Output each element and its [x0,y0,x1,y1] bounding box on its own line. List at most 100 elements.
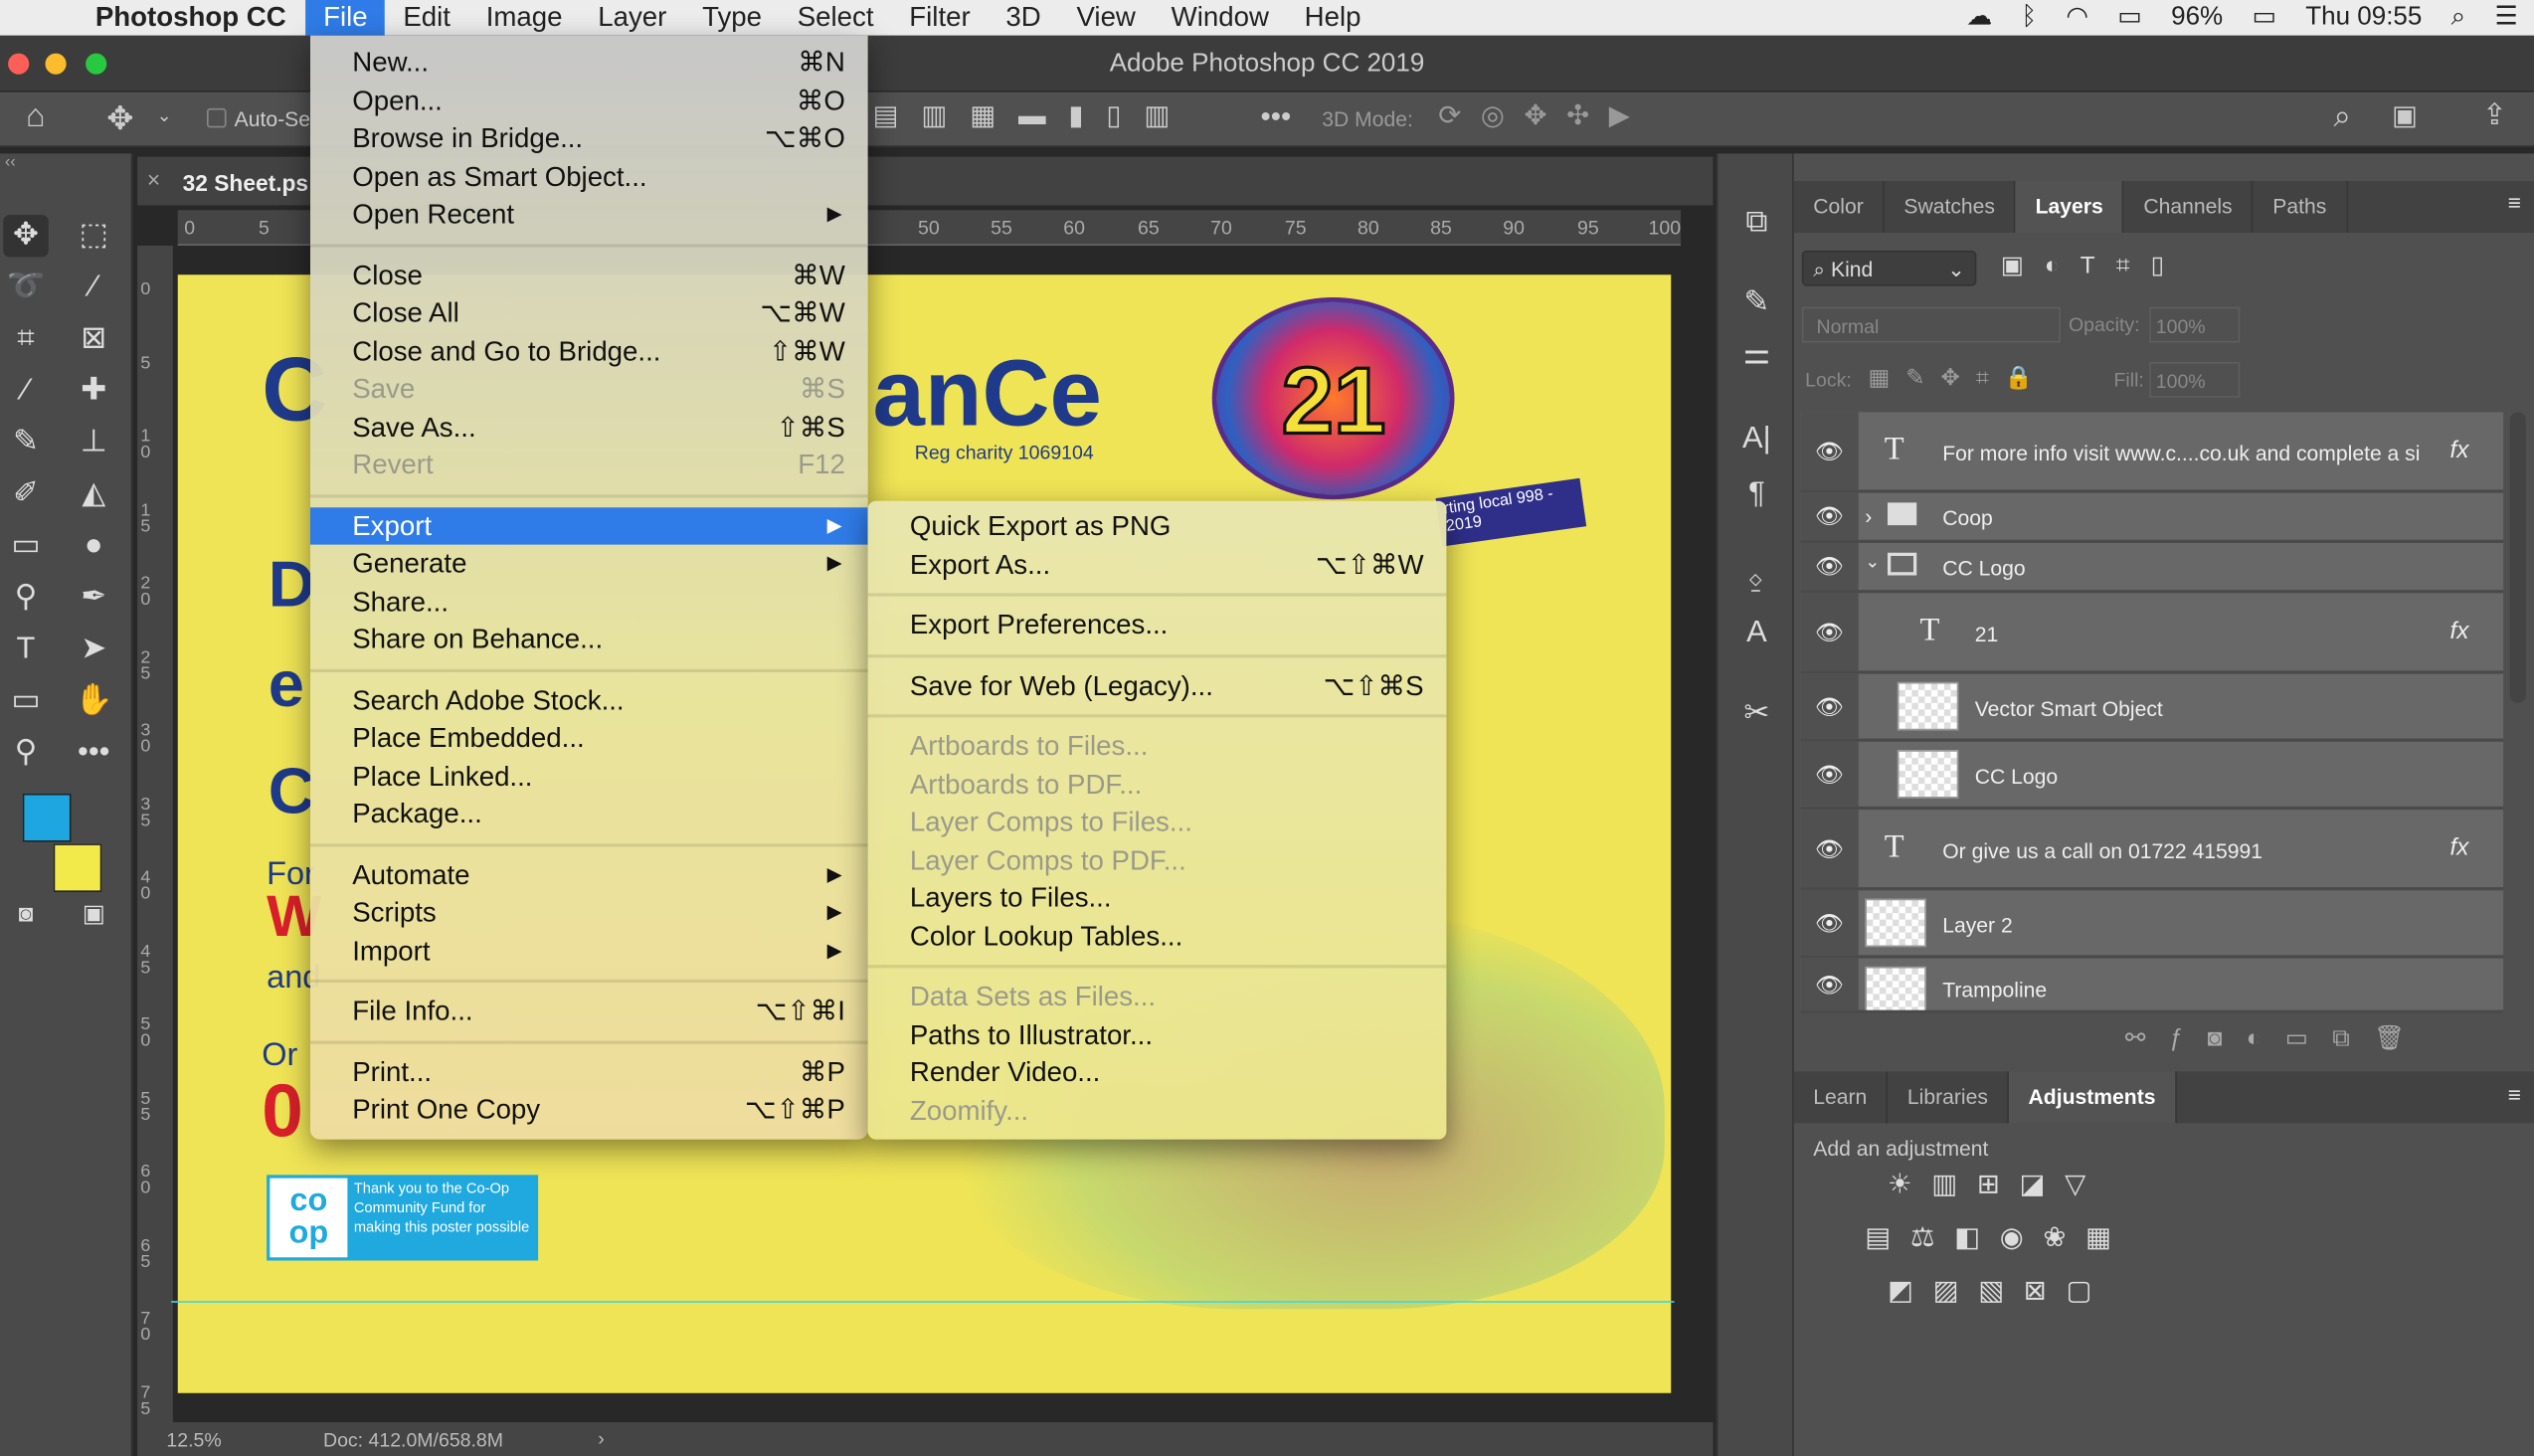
menu-item-paths-to-illustrator[interactable]: Paths to Illustrator... [868,1015,1447,1052]
layer-row[interactable]: 👁 Trampoline [1800,958,2504,1013]
menu-item-data-sets-as-files[interactable]: Data Sets as Files... [868,978,1447,1014]
magic-wand-tool-icon[interactable]: ⁄ [72,267,117,308]
guide-line[interactable] [171,1301,1675,1303]
menu-item-quick-export-as-png[interactable]: Quick Export as PNG [868,507,1447,544]
type-tool-icon[interactable]: T [3,629,49,670]
eye-icon[interactable]: 👁 [1800,958,1859,1010]
layer-row[interactable]: 👁 Vector Smart Object [1800,673,2504,742]
menu-item-new[interactable]: New... ⌘N [310,44,868,81]
menu-window[interactable]: Window [1154,0,1287,36]
background-color-swatch[interactable] [53,843,102,892]
lasso-tool-icon[interactable]: ➰ [3,267,49,308]
menu-item-zoomify[interactable]: Zoomify... [868,1092,1447,1129]
dodge-tool-icon[interactable]: ⚲ [3,577,49,619]
tab-adjustments[interactable]: Adjustments [2009,1071,2177,1124]
tool-presets-icon[interactable]: ✂ [1734,693,1780,735]
healing-brush-tool-icon[interactable]: ✚ [72,370,117,412]
move-tool-preset-icon[interactable]: ✥ [106,98,133,139]
menu-item-browse-in-bridge[interactable]: Browse in Bridge... ⌥⌘O [310,119,868,156]
adjustment-icons-row-3[interactable]: ◩▨▧⊠▢ [1888,1275,2111,1308]
eye-icon[interactable]: 👁 [1800,593,1859,671]
status-menu-arrow-icon[interactable]: › [598,1427,605,1450]
notification-center-icon[interactable]: ☰ [2494,0,2517,36]
collapse-chevron-icon[interactable]: ⌄ [1865,551,1880,573]
move-tool-icon[interactable]: ✥ [3,215,49,258]
menu-item-close-and-go-to-bridge[interactable]: Close and Go to Bridge... ⇧⌘W [310,332,868,369]
menu-item-layer-comps-to-pdf[interactable]: Layer Comps to PDF... [868,841,1447,878]
adjustment-icons-row-1[interactable]: ☀▥⊞◪▽ [1888,1169,2105,1201]
fx-icon[interactable]: fx [2450,437,2469,464]
workspace-icon[interactable]: ▣ [2392,100,2418,133]
layer-row[interactable]: 👁 Layer 2 [1800,890,2504,959]
eye-icon[interactable]: 👁 [1800,673,1859,739]
menu-item-file-info[interactable]: File Info... ⌥⇧⌘I [310,993,868,1029]
path-selection-tool-icon[interactable]: ➤ [72,629,117,670]
creative-cloud-icon[interactable]: ☁ [1966,0,1992,36]
menu-item-layers-to-files[interactable]: Layers to Files... [868,879,1447,916]
collapse-icon[interactable]: ‹‹ [5,153,16,171]
character-styles-icon[interactable]: ⍚ [1734,558,1780,600]
eye-icon[interactable]: 👁 [1800,412,1859,490]
menu-item-print-one-copy[interactable]: Print One Copy ⌥⇧⌘P [310,1091,868,1128]
blur-tool-icon[interactable]: ● [72,525,117,567]
menu-layer[interactable]: Layer [580,0,684,36]
eye-icon[interactable]: 👁 [1800,810,1859,888]
gradient-tool-icon[interactable]: ▭ [3,525,49,567]
eyedropper-tool-icon[interactable]: ⁄ [3,370,49,412]
home-icon[interactable]: ⌂ [26,98,46,135]
minimize-window-button[interactable] [45,53,67,75]
menu-filter[interactable]: Filter [891,0,988,36]
menu-item-open-recent[interactable]: Open Recent ▶ [310,196,868,233]
blend-mode-select[interactable]: Normal [1801,306,2061,343]
menu-item-artboards-to-files[interactable]: Artboards to Files... [868,727,1447,764]
menu-item-print[interactable]: Print... ⌘P [310,1053,868,1090]
clone-stamp-tool-icon[interactable]: ⊥ [72,422,117,463]
menu-item-render-video[interactable]: Render Video... [868,1054,1447,1091]
brush-tool-icon[interactable]: ✎ [3,422,49,463]
menu-item-revert[interactable]: Revert F12 [310,447,868,483]
tab-swatches[interactable]: Swatches [1885,181,2017,233]
fill-field[interactable]: 100% [2149,362,2241,398]
bluetooth-icon[interactable]: ᛒ [2021,0,2037,36]
brush-settings-icon[interactable]: ✎ [1734,282,1780,324]
frame-tool-icon[interactable]: ⊠ [72,318,117,360]
menu-item-save[interactable]: Save ⌘S [310,370,868,407]
menu-item-import[interactable]: Import ▶ [310,932,868,969]
menu-item-generate[interactable]: Generate ▶ [310,545,868,582]
menu-item-color-lookup-tables[interactable]: Color Lookup Tables... [868,917,1447,954]
chevron-down-icon[interactable]: ⌄ [157,105,172,126]
properties-icon[interactable]: ⚌ [1734,334,1780,376]
menu-3d[interactable]: 3D [989,0,1059,36]
lock-icons[interactable]: ▦✎✥⌗🔒 [1869,364,2050,392]
menu-file[interactable]: File [305,0,386,36]
layer-row[interactable]: 👁 CC Logo [1800,741,2504,811]
menu-item-automate[interactable]: Automate ▶ [310,855,868,892]
expand-chevron-icon[interactable]: › [1865,504,1872,528]
eraser-tool-icon[interactable]: ◭ [72,473,117,515]
tab-color[interactable]: Color [1794,181,1885,233]
menu-help[interactable]: Help [1287,0,1379,36]
close-window-button[interactable] [8,53,30,75]
hand-tool-icon[interactable]: ✋ [72,680,117,722]
close-tab-icon[interactable]: × [147,166,160,192]
layer-row[interactable]: 👁 T For more info visit www.c....co.uk and… [1800,412,2504,493]
zoom-level[interactable]: 12.5% [166,1429,221,1452]
menu-item-share-on-behance[interactable]: Share on Behance... [310,621,868,657]
battery-icon[interactable]: ▭ [2252,0,2276,36]
eye-icon[interactable]: 👁 [1800,741,1859,807]
maximize-window-button[interactable] [86,53,107,75]
3d-mode-icons[interactable]: ⟳◎✥✣▶ [1438,100,1649,133]
menu-item-export-as[interactable]: Export As... ⌥⇧⌘W [868,545,1447,582]
tab-learn[interactable]: Learn [1794,1071,1889,1124]
menu-item-export[interactable]: Export ▶ [310,506,868,544]
opacity-field[interactable]: 100% [2149,306,2241,343]
menu-item-artboards-to-pdf[interactable]: Artboards to PDF... [868,765,1447,802]
wifi-icon[interactable]: ◠ [2066,0,2088,36]
more-options-icon[interactable]: ••• [1261,100,1292,134]
layer-row[interactable]: 👁 ⌄ CC Logo [1800,543,2504,594]
menu-app[interactable]: Photoshop CC [0,0,305,36]
layer-row[interactable]: 👁 › Coop [1800,492,2504,543]
layer-row[interactable]: 👁 T 21 fx [1800,593,2504,674]
character-icon[interactable]: A| [1734,419,1780,460]
menu-type[interactable]: Type [684,0,780,36]
